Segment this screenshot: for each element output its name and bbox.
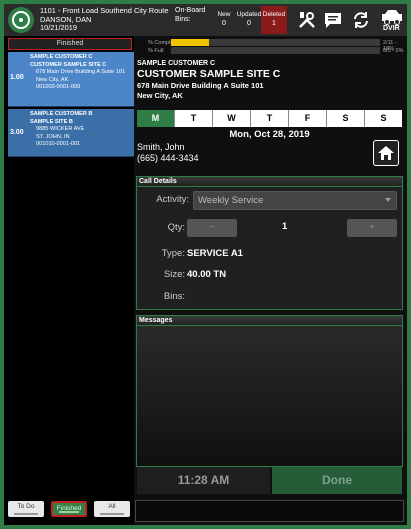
qty-value: 1	[282, 221, 288, 232]
complete-progress-bar	[171, 39, 380, 46]
stop-qty: 1.00	[10, 74, 24, 81]
stop-list-item[interactable]: 3.00 SAMPLE CUSTOMER B SAMPLE SITE B 988…	[8, 109, 135, 157]
tools-icon[interactable]	[296, 9, 318, 31]
done-button[interactable]: Done	[272, 467, 402, 494]
site-name: CUSTOMER SAMPLE SITE C	[137, 68, 281, 80]
messages-section: Messages	[136, 315, 403, 467]
day-tuesday[interactable]: T	[175, 110, 213, 127]
bins-label: Bins:	[163, 291, 185, 302]
day-friday[interactable]: F	[289, 110, 327, 127]
stop-site: CUSTOMER SAMPLE SITE C	[30, 61, 107, 68]
onboard-label: On-Board	[175, 7, 206, 14]
day-saturday[interactable]: S	[327, 110, 365, 127]
updated-label: Updated	[236, 11, 262, 18]
contact-phone[interactable]: (665) 444-3434	[137, 153, 199, 164]
qty-decrement-button[interactable]: −	[187, 219, 237, 237]
contact-name: Smith, John	[137, 142, 185, 152]
new-counter: New 0	[211, 6, 237, 34]
call-details-section: Call Details Activity: Weekly Service Qt…	[136, 176, 403, 310]
messages-body	[137, 326, 402, 466]
new-count: 0	[222, 20, 226, 27]
time-button[interactable]: 11:28 AM	[137, 467, 270, 494]
activity-value: Weekly Service	[198, 195, 264, 206]
type-label: Type:	[161, 248, 185, 259]
site-city: New City, AK	[137, 91, 183, 100]
tab-label: To Do	[17, 503, 35, 510]
stop-site: SAMPLE SITE B	[30, 118, 73, 125]
stop-list-panel: Finished 1.00 SAMPLE CUSTOMER C CUSTOMER…	[4, 36, 135, 525]
tab-finished[interactable]: Finished	[51, 501, 87, 517]
weekday-selector: M T W T F S S	[137, 110, 402, 127]
day-thursday[interactable]: T	[251, 110, 289, 127]
site-address: 678 Main Drive Building A Suite 101	[137, 81, 264, 90]
stop-account: 001003-0001-009	[36, 84, 81, 91]
deleted-counter[interactable]: Deleted 1	[261, 6, 287, 34]
updated-count: 0	[247, 20, 251, 27]
day-wednesday[interactable]: W	[213, 110, 251, 127]
tab-label: All	[108, 503, 116, 510]
size-label: Size:	[163, 269, 185, 280]
route-date: 10/21/2019	[40, 23, 77, 33]
deleted-label: Deleted	[262, 11, 286, 18]
tab-todo[interactable]: To Do	[8, 501, 44, 517]
stop-city: New City, AK	[36, 76, 69, 83]
full-label: % Full:	[148, 48, 165, 54]
stop-city: ST. JOHN, IN	[36, 133, 70, 140]
tab-all[interactable]: All	[94, 501, 130, 517]
stop-account: 001010-0001-001	[36, 141, 81, 148]
day-sunday[interactable]: S	[365, 110, 402, 127]
stop-address: 9885 WICKER AVE	[36, 126, 85, 133]
stop-qty: 3.00	[10, 129, 24, 136]
size-value: 40.00 TN	[187, 269, 227, 280]
list-filter-header: Finished	[8, 38, 132, 50]
new-label: New	[217, 11, 231, 18]
activity-select[interactable]: Weekly Service	[193, 191, 397, 210]
list-tabs: To Do Finished All	[4, 497, 132, 521]
home-icon	[378, 146, 394, 160]
chevron-down-icon	[385, 198, 391, 202]
type-value: SERVICE A1	[187, 248, 243, 259]
stop-list-item[interactable]: 1.00 SAMPLE CUSTOMER C CUSTOMER SAMPLE S…	[8, 52, 135, 107]
steering-wheel-logo-icon	[8, 7, 34, 33]
qty-label: Qty:	[167, 222, 185, 233]
stop-customer: SAMPLE CUSTOMER C	[30, 54, 93, 60]
call-details-title: Call Details	[137, 177, 402, 187]
full-value: 0/0 - 0%	[383, 48, 404, 54]
home-button[interactable]	[373, 140, 399, 166]
activity-label: Activity:	[156, 194, 189, 205]
contact-info: Smith, John (665) 444-3434	[137, 142, 199, 164]
deleted-count: 1	[272, 20, 276, 27]
stop-detail-panel: % Complete: 2/11 - 18% % Full: 0/0 - 0% …	[134, 36, 407, 525]
complete-progress-fill	[171, 39, 209, 46]
onboard-bins: On-Board Bins:	[175, 7, 205, 24]
qty-increment-button[interactable]: +	[347, 219, 397, 237]
customer-name: SAMPLE CUSTOMER C	[137, 60, 216, 67]
day-monday[interactable]: M	[137, 110, 175, 127]
updated-counter: Updated 0	[236, 6, 262, 34]
route-info: 1101 - Front Load Southend City Route DA…	[40, 6, 168, 33]
dvir-label: DVIR	[383, 25, 400, 32]
messages-title: Messages	[137, 316, 402, 326]
note-input[interactable]	[135, 500, 404, 522]
message-icon[interactable]	[322, 9, 344, 31]
bins-label: Bins:	[175, 15, 191, 23]
app-header: 1101 - Front Load Southend City Route DA…	[4, 4, 407, 36]
full-progress-bar	[171, 47, 380, 54]
stop-address: 678 Main Drive Building A Suite 101	[36, 69, 125, 76]
stop-customer: SAMPLE CUSTOMER B	[30, 111, 93, 117]
sync-icon[interactable]	[350, 9, 372, 31]
selected-date: Mon, Oct 28, 2019	[229, 129, 310, 140]
